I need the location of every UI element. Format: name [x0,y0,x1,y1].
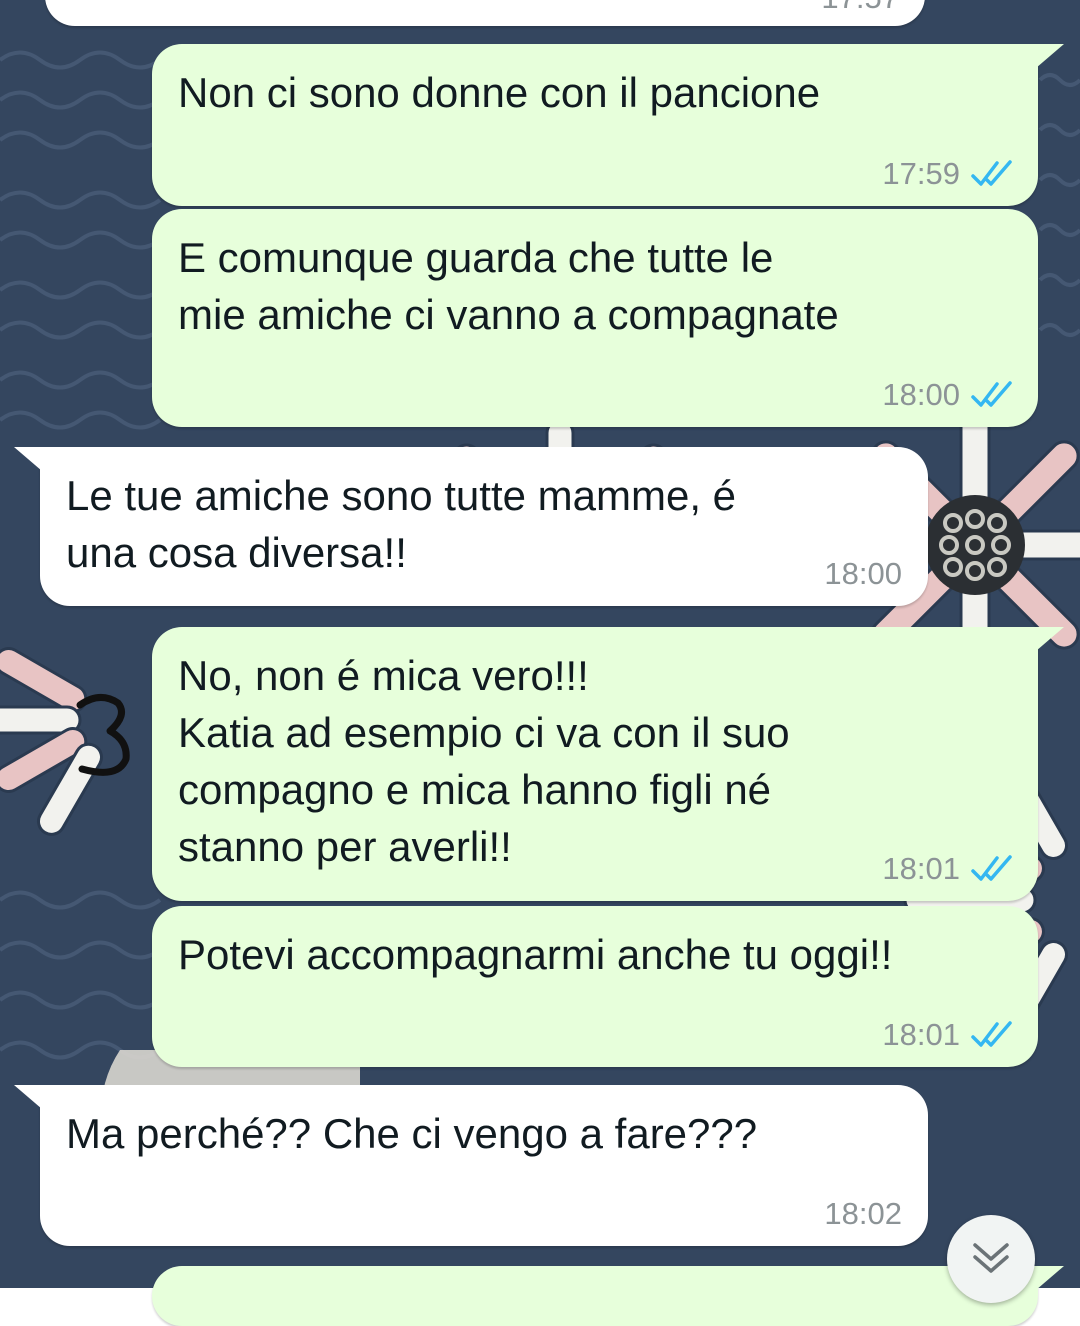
double-check-icon [971,160,1012,186]
message-meta: 17:59 [882,156,1016,192]
message-bubble-outgoing[interactable]: No, non é mica vero!!! Katia ad esempio … [152,627,1038,901]
message-meta: 18:00 [882,377,1016,413]
message-bubble-outgoing[interactable]: E comunque guarda che tutte le mie amich… [152,209,1038,427]
message-bubble-incoming[interactable]: Ma perché?? Che ci vengo a fare??? 18:02 [40,1085,928,1246]
double-check-icon [971,855,1012,881]
message-bubble-outgoing[interactable] [152,1266,1038,1326]
message-time: 18:01 [882,851,960,886]
message-meta: 18:00 [824,556,902,592]
message-text: E comunque guarda che tutte le mie amich… [178,234,839,338]
scroll-to-bottom-button[interactable] [947,1215,1035,1303]
message-meta: 18:01 [882,851,1016,887]
message-time: 18:00 [882,377,960,412]
message-meta: 17:57 [821,0,899,16]
message-meta: 18:02 [824,1196,902,1232]
message-time: 17:59 [882,156,960,191]
handwritten-annotation [76,694,130,776]
message-bubble-incoming[interactable]: 17:57 [45,0,925,26]
message-text: Ma perché?? Che ci vengo a fare??? [66,1110,758,1157]
message-text: No, non é mica vero!!! Katia ad esempio … [178,652,790,870]
message-time: 18:02 [824,1196,902,1231]
bubble-tail [14,1085,42,1109]
message-text: Le tue amiche sono tutte mamme, é una co… [66,472,737,576]
message-time: 18:00 [824,556,902,591]
bubble-tail [14,447,42,471]
chevron-double-down-icon [973,1243,1009,1273]
message-time: 18:01 [882,1017,960,1052]
message-time: 17:57 [821,0,899,16]
message-bubble-outgoing[interactable]: Non ci sono donne con il pancione 17:59 [152,44,1038,206]
bubble-tail [1036,1266,1064,1290]
message-text: Potevi accompagnarmi anche tu oggi!! [178,931,893,978]
bubble-tail [1036,44,1064,68]
double-check-icon [971,381,1012,407]
message-bubble-incoming[interactable]: Le tue amiche sono tutte mamme, é una co… [40,447,928,606]
message-text: Non ci sono donne con il pancione [178,69,821,116]
bubble-tail [1036,627,1064,651]
message-meta: 18:01 [882,1017,1016,1053]
message-bubble-outgoing[interactable]: Potevi accompagnarmi anche tu oggi!! 18:… [152,906,1038,1067]
double-check-icon [971,1021,1012,1047]
